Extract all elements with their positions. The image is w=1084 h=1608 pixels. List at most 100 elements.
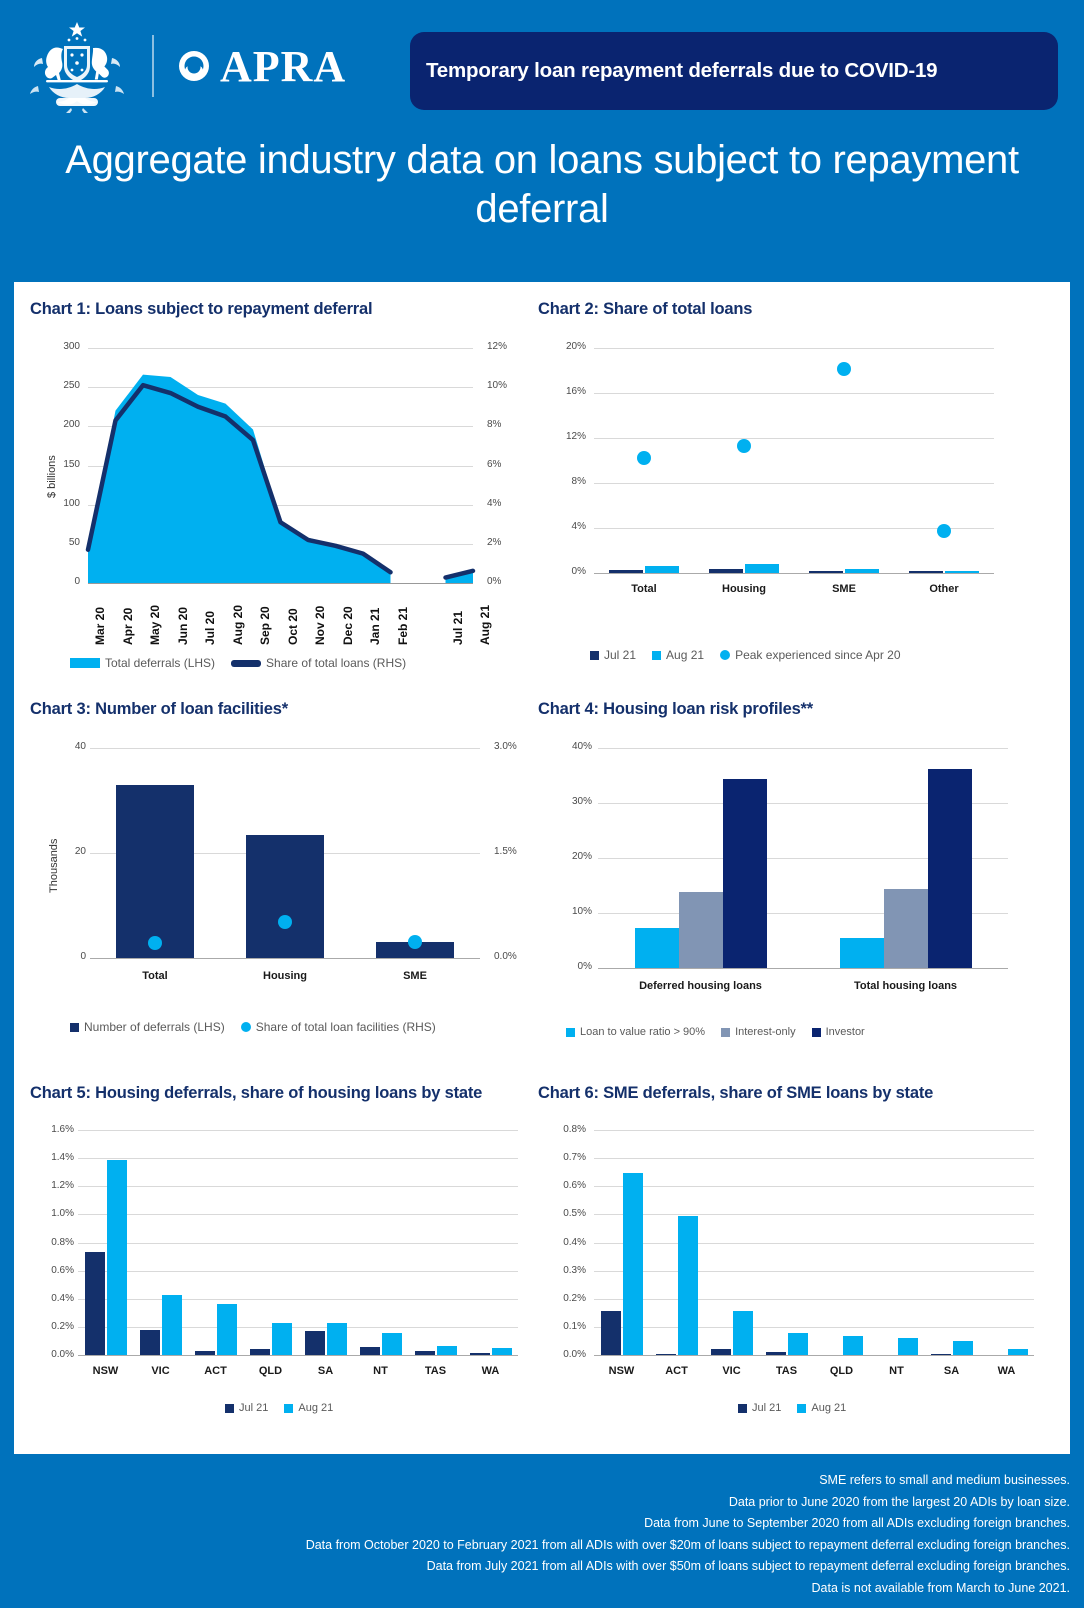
bar (842, 1335, 863, 1355)
bar (116, 784, 194, 958)
y-axis-tick-label: 20% (571, 851, 592, 862)
y-axis-tick-label: 8% (571, 476, 586, 487)
bar (304, 1331, 325, 1355)
x-axis-tick-label: May 20 (148, 604, 162, 645)
y-axis-tick-label: 12% (565, 431, 586, 442)
chart-legend: Total deferrals (LHS) Share of total loan… (70, 656, 406, 670)
footnote-line: Data from July 2021 from all ADIs with o… (426, 1559, 1070, 1573)
legend-item: Share of total loan facilities (RHS) (240, 1020, 436, 1034)
bar (246, 835, 324, 958)
x-axis-tick-label: ACT (204, 1365, 227, 1377)
chart-legend: Jul 21 Aug 21 (225, 1402, 333, 1414)
bar (952, 1340, 973, 1355)
y-axis-tick-label: 0.6% (51, 1264, 74, 1276)
gridline (78, 1158, 518, 1160)
y-axis-tick-label: 0.8% (51, 1236, 74, 1248)
x-axis-line (88, 583, 473, 584)
bar (381, 1333, 402, 1355)
legend-item-label: Investor (825, 1026, 865, 1038)
page-title: Aggregate industry data on loans subject… (65, 138, 1019, 231)
y-axis-tick-label: 3.0% (494, 741, 517, 752)
legend-item-label: Aug 21 (666, 648, 705, 662)
y-axis-tick-label: 30% (571, 796, 592, 807)
x-axis-tick-label: NSW (92, 1365, 119, 1377)
bar (622, 1172, 643, 1355)
x-axis-line (594, 573, 994, 574)
bar (491, 1347, 512, 1355)
legend-item: Aug 21 (652, 648, 704, 662)
y-axis-tick-label: 1.0% (51, 1208, 74, 1220)
chart-legend: Jul 21 Aug 21 Peak experienced since Apr 2… (590, 648, 901, 662)
legend-item-label: Loan to value ratio > 90% (580, 1026, 706, 1038)
x-axis-tick-label: Other (929, 583, 959, 595)
y-axis-tick-label: 250 (63, 380, 80, 392)
legend-item: Aug 21 (284, 1402, 333, 1414)
legend-swatch-peak (720, 650, 731, 660)
x-axis-tick-label: Aug 20 (230, 604, 245, 645)
data-point-dot (937, 524, 951, 539)
plot-area (594, 348, 994, 574)
y-axis-tick-label: 2% (487, 536, 502, 548)
bar (436, 1345, 457, 1355)
gridline (598, 748, 1008, 749)
footnote-line: SME refers to small and medium businesse… (819, 1473, 1070, 1487)
legend-item: Jul 21 (225, 1402, 268, 1414)
x-axis-tick-label: VIC (722, 1365, 741, 1377)
y-axis-tick-label: 12% (487, 341, 508, 352)
data-point-dot (837, 362, 851, 377)
y-axis-tick-label: 6% (487, 458, 502, 470)
chart2-title: Chart 2: Share of total loans (538, 300, 753, 318)
data-point-dot (408, 934, 422, 949)
y-axis-tick-label: 0.0% (563, 1349, 586, 1360)
x-axis-tick-label: VIC (151, 1365, 170, 1377)
plot-area (78, 1130, 518, 1356)
gridline (78, 1242, 518, 1244)
x-axis-tick-label: Housing (263, 970, 307, 982)
x-axis-tick-label: SA (943, 1365, 960, 1377)
y-axis-tick-label: 300 (63, 341, 80, 352)
charts-card: Chart 1: Loans subject to repayment defe… (14, 282, 1070, 1454)
bar (897, 1338, 918, 1355)
y-axis-tick-label: 0.6% (563, 1180, 586, 1192)
legend-item: Jul 21 (738, 1402, 781, 1414)
legend-item: Aug 21 (797, 1402, 846, 1414)
x-axis-tick-label: Jan 21 (368, 607, 382, 645)
legend-swatch-number-of-deferrals (70, 1022, 79, 1032)
bar (677, 1216, 698, 1355)
x-axis-line (78, 1355, 518, 1356)
legend-item-label: Number of deferrals (LHS) (84, 1020, 225, 1034)
bar (839, 938, 884, 968)
legend-item: Peak experienced since Apr 20 (720, 648, 901, 662)
y-axis-tick-label: 1.5% (494, 846, 517, 857)
bar (927, 769, 972, 968)
y-axis-tick-label: 0.2% (51, 1320, 74, 1332)
gridline (594, 528, 994, 529)
gridline (78, 1130, 518, 1131)
legend-item-label: Aug 21 (298, 1402, 334, 1414)
y-axis-tick-label: 200 (63, 419, 80, 431)
gridline (594, 1130, 1034, 1131)
x-axis-tick-label: WA (997, 1365, 1016, 1377)
y-axis-tick-label: 0% (571, 566, 586, 577)
gridline (594, 1326, 1034, 1328)
plot-area (90, 748, 480, 959)
data-point-dot (278, 914, 292, 929)
australian-coat-of-arms-icon (30, 22, 124, 113)
y-axis-tick-label: 0.0% (494, 951, 517, 962)
legend-item: Total deferrals (LHS) (70, 656, 215, 670)
y-axis-tick-label: 0.7% (563, 1152, 586, 1164)
y-axis-tick-label: 0% (577, 961, 592, 972)
chart-chart6: Chart 6: SME deferrals, share of SME loa… (538, 1084, 1058, 1414)
gridline (78, 1270, 518, 1272)
legend-item-label: Total deferrals (LHS) (105, 656, 216, 670)
footnote-line: Data is not available from March to June… (811, 1580, 1070, 1595)
x-axis-tick-label: Total (142, 970, 168, 982)
plot-area (85, 348, 476, 584)
x-axis-tick-label: SA (317, 1365, 334, 1377)
bar (883, 889, 928, 968)
x-axis-tick-label: Jul 20 (203, 610, 217, 645)
chart-legend: Loan to value ratio > 90% Interest-only In… (566, 1026, 865, 1038)
bar (161, 1294, 182, 1355)
gridline (594, 483, 994, 484)
bar (678, 892, 723, 968)
